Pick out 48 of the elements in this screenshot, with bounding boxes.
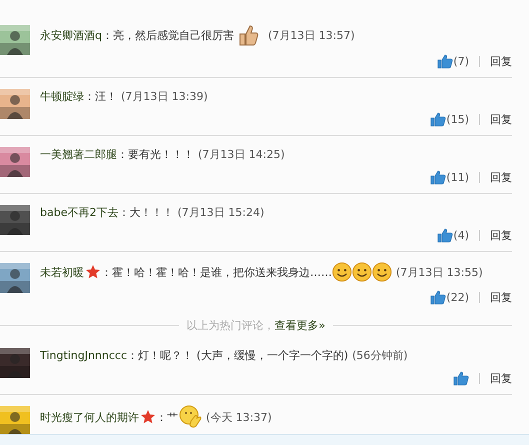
comment-text: ：艹 bbox=[156, 410, 178, 424]
comment-text: ：亮，然后感觉自己很厉害 bbox=[102, 28, 234, 42]
comment-text: ：大！！！ bbox=[118, 204, 174, 220]
user-name[interactable]: 未若初暖 bbox=[40, 264, 84, 280]
comment-time: (7月13日 15:24) bbox=[177, 204, 264, 220]
like-button[interactable] bbox=[453, 370, 469, 386]
comment-time: (7月13日 14:25) bbox=[198, 146, 285, 162]
reply-link[interactable]: 回复 bbox=[490, 170, 512, 184]
comment-time: (7月13日 13:55) bbox=[396, 264, 483, 280]
comment-time: (7月13日 13:57) bbox=[268, 28, 355, 42]
reply-link[interactable]: 回复 bbox=[490, 112, 512, 126]
comment-time: (56分钟前) bbox=[352, 348, 408, 362]
hot-comments-note: 以上为热门评论， bbox=[186, 319, 275, 332]
user-name[interactable]: 一美翘著二郎腿 bbox=[40, 146, 117, 162]
like-button[interactable]: (4) bbox=[437, 227, 469, 243]
thumbs-up-icon bbox=[430, 169, 446, 185]
smiley-icon bbox=[332, 262, 352, 282]
reply-link[interactable]: 回复 bbox=[490, 54, 512, 68]
user-name[interactable]: babe不再2下去 bbox=[40, 204, 118, 220]
star-badge-icon bbox=[86, 265, 101, 279]
comment-text: ：汪！ bbox=[84, 88, 117, 104]
user-name[interactable]: 牛顿腚绿 bbox=[40, 88, 84, 104]
thumbs-up-icon bbox=[430, 289, 446, 305]
waving-smiley-icon bbox=[178, 405, 202, 429]
reply-link[interactable]: 回复 bbox=[490, 290, 512, 304]
comment-time: (7月13日 13:39) bbox=[121, 88, 208, 104]
like-button[interactable]: (7) bbox=[437, 53, 469, 69]
like-button[interactable]: (11) bbox=[430, 169, 469, 185]
smiley-icon bbox=[372, 262, 392, 282]
user-name[interactable]: 永安卿酒酒q bbox=[40, 28, 102, 42]
reply-link[interactable]: 回复 bbox=[490, 370, 512, 386]
smiley-icon bbox=[352, 262, 372, 282]
comment-time: (今天 13:37) bbox=[206, 410, 272, 424]
comment-text: ：灯！呢？！ (大声，缓慢，一个字一个字的) bbox=[127, 348, 348, 362]
like-button[interactable]: (15) bbox=[430, 111, 469, 127]
comment-text: ：要有光！！！ bbox=[117, 146, 194, 162]
thumbs-up-icon bbox=[437, 53, 454, 69]
like-button[interactable]: (22) bbox=[430, 289, 469, 305]
comment-text: ：霍！哈！霍！哈！是谁，把你送来我身边…… bbox=[101, 264, 332, 280]
reply-link[interactable]: 回复 bbox=[490, 228, 512, 242]
thumbs-up-icon bbox=[453, 370, 469, 386]
user-name[interactable]: 时光瘦了何人的期许 bbox=[40, 410, 139, 424]
user-name[interactable]: TingtingJnnnccc bbox=[40, 348, 128, 362]
see-more-link[interactable]: 查看更多» bbox=[274, 319, 326, 332]
thumbs-up-icon bbox=[437, 227, 454, 243]
thumbs-up-emoticon-icon bbox=[238, 24, 260, 46]
thumbs-up-icon bbox=[430, 111, 446, 127]
star-badge-icon bbox=[141, 410, 156, 424]
